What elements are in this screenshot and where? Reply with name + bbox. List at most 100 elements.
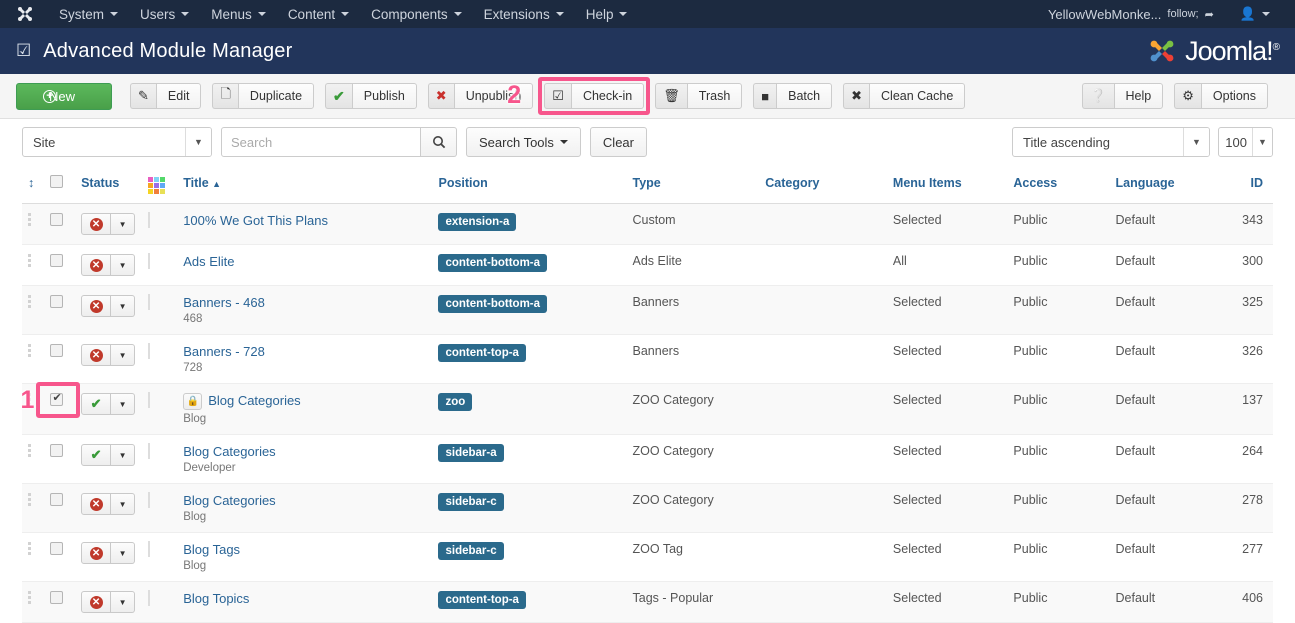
column-language[interactable]: Language xyxy=(1109,163,1222,204)
row-checkbox[interactable] xyxy=(50,591,64,605)
trash-button[interactable]: 🗑 Trash xyxy=(655,83,743,109)
status-toggle-button[interactable]: ✕ xyxy=(81,213,112,235)
status-dropdown-arrow-icon[interactable]: ▼ xyxy=(111,444,136,467)
help-button[interactable]: ❔ Help xyxy=(1082,83,1164,109)
clear-button[interactable]: Clear xyxy=(589,127,647,157)
nav-item-users[interactable]: Users xyxy=(129,2,200,27)
column-id[interactable]: ID xyxy=(1221,163,1273,204)
row-select-cell[interactable] xyxy=(44,383,76,436)
column-ordering[interactable]: ↕ xyxy=(22,163,45,204)
status-toggle-button[interactable]: ✕ xyxy=(81,591,112,614)
status-dropdown-arrow-icon[interactable]: ▼ xyxy=(111,591,136,614)
nav-item-components[interactable]: Components xyxy=(360,2,473,27)
status-dropdown-arrow-icon[interactable]: ▼ xyxy=(111,295,136,317)
column-position[interactable]: Position xyxy=(432,163,627,204)
row-select-cell[interactable] xyxy=(44,532,76,583)
row-checkbox[interactable] xyxy=(50,493,64,507)
status-toggle-button[interactable]: ✕ xyxy=(81,493,112,516)
unpublish-button[interactable]: ✖ Unpublish xyxy=(427,83,534,109)
site-select[interactable]: Site ▼ xyxy=(22,127,212,157)
column-title[interactable]: Title ▲ xyxy=(177,163,433,204)
search-submit-button[interactable] xyxy=(421,127,457,157)
row-title-link[interactable]: Blog Categories xyxy=(183,493,276,508)
row-select-cell[interactable] xyxy=(44,483,76,534)
status-dropdown-arrow-icon[interactable]: ▼ xyxy=(111,493,136,516)
row-select-cell[interactable] xyxy=(44,285,76,335)
row-drag-handle[interactable] xyxy=(22,483,45,534)
status-button-group[interactable]: ✔ ▼ xyxy=(81,393,136,415)
column-select-all[interactable] xyxy=(44,163,76,204)
row-drag-handle[interactable] xyxy=(22,244,45,286)
sort-select[interactable]: Title ascending ▼ xyxy=(1012,127,1210,157)
site-name-link[interactable]: YellowWebMonke... follow; ➦ xyxy=(1037,2,1225,27)
nav-item-help[interactable]: Help xyxy=(575,2,639,27)
status-dropdown-arrow-icon[interactable]: ▼ xyxy=(111,542,136,565)
nav-item-extensions[interactable]: Extensions xyxy=(473,2,575,27)
status-toggle-button[interactable]: ✔ xyxy=(81,393,112,415)
nav-item-system[interactable]: System xyxy=(48,2,129,27)
row-select-cell[interactable] xyxy=(44,434,76,485)
row-drag-handle[interactable] xyxy=(22,383,45,436)
row-select-cell[interactable] xyxy=(44,581,76,623)
row-drag-handle[interactable] xyxy=(22,581,45,623)
nav-item-content[interactable]: Content xyxy=(277,2,360,27)
row-checkbox[interactable] xyxy=(50,542,64,556)
status-button-group[interactable]: ✕ ▼ xyxy=(81,254,136,276)
column-type[interactable]: Type xyxy=(626,163,760,204)
status-toggle-button[interactable]: ✕ xyxy=(81,344,112,366)
status-button-group[interactable]: ✕ ▼ xyxy=(81,295,136,317)
clean-cache-button[interactable]: ✖ Clean Cache xyxy=(843,83,966,109)
status-button-group[interactable]: ✕ ▼ xyxy=(81,213,136,235)
status-toggle-button[interactable]: ✔ xyxy=(81,444,112,467)
checkin-button[interactable]: ☑ Check-in xyxy=(544,83,645,109)
status-toggle-button[interactable]: ✕ xyxy=(81,254,112,276)
user-menu-button[interactable]: 👤 xyxy=(1229,1,1281,27)
row-drag-handle[interactable] xyxy=(22,203,45,245)
search-tools-button[interactable]: Search Tools xyxy=(466,127,581,157)
row-select-cell[interactable] xyxy=(44,334,76,384)
options-button[interactable]: ⚙ Options xyxy=(1174,83,1268,109)
publish-button[interactable]: ✔ Publish xyxy=(325,83,417,109)
search-input[interactable] xyxy=(221,127,421,157)
column-category[interactable]: Category xyxy=(759,163,887,204)
row-title-link[interactable]: Banners - 468 xyxy=(183,295,265,310)
edit-button[interactable]: ✎ Edit xyxy=(130,83,202,109)
row-title-link[interactable]: Blog Categories xyxy=(208,393,301,408)
status-dropdown-arrow-icon[interactable]: ▼ xyxy=(111,254,136,276)
row-title-link[interactable]: Blog Tags xyxy=(183,542,240,557)
status-button-group[interactable]: ✕ ▼ xyxy=(81,591,136,614)
status-dropdown-arrow-icon[interactable]: ▼ xyxy=(111,344,136,366)
row-checkbox[interactable] xyxy=(50,254,64,267)
row-drag-handle[interactable] xyxy=(22,334,45,384)
row-select-cell[interactable] xyxy=(44,244,76,286)
status-button-group[interactable]: ✕ ▼ xyxy=(81,542,136,565)
row-select-cell[interactable] xyxy=(44,203,76,245)
row-title-link[interactable]: Blog Topics xyxy=(183,591,249,606)
column-access[interactable]: Access xyxy=(1007,163,1110,204)
list-limit-select[interactable]: 100 ▼ xyxy=(1218,127,1273,157)
select-all-checkbox[interactable] xyxy=(50,174,64,188)
row-checkbox[interactable] xyxy=(50,213,64,226)
status-toggle-button[interactable]: ✕ xyxy=(81,295,112,317)
row-title-link[interactable]: Banners - 728 xyxy=(183,344,265,359)
nav-item-menus[interactable]: Menus xyxy=(200,2,277,27)
column-status[interactable]: Status xyxy=(75,163,143,204)
joomla-brand-icon[interactable] xyxy=(16,5,34,23)
status-button-group[interactable]: ✕ ▼ xyxy=(81,344,136,366)
row-title-link[interactable]: 100% We Got This Plans xyxy=(183,213,328,228)
row-title-link[interactable]: Blog Categories xyxy=(183,444,276,459)
row-checkbox[interactable] xyxy=(50,344,64,357)
status-button-group[interactable]: ✔ ▼ xyxy=(81,444,136,467)
row-checkbox[interactable] xyxy=(50,444,64,458)
batch-button[interactable]: ■ Batch xyxy=(753,83,833,109)
status-button-group[interactable]: ✕ ▼ xyxy=(81,493,136,516)
column-menu-items[interactable]: Menu Items xyxy=(886,163,1008,204)
row-drag-handle[interactable] xyxy=(22,285,45,335)
new-button[interactable]: + New xyxy=(16,82,113,110)
status-dropdown-arrow-icon[interactable]: ▼ xyxy=(111,393,136,415)
status-toggle-button[interactable]: ✕ xyxy=(81,542,112,565)
row-checkbox[interactable] xyxy=(50,391,64,406)
row-title-link[interactable]: Ads Elite xyxy=(183,254,234,269)
row-checkbox[interactable] xyxy=(50,295,64,308)
row-drag-handle[interactable] xyxy=(22,532,45,583)
